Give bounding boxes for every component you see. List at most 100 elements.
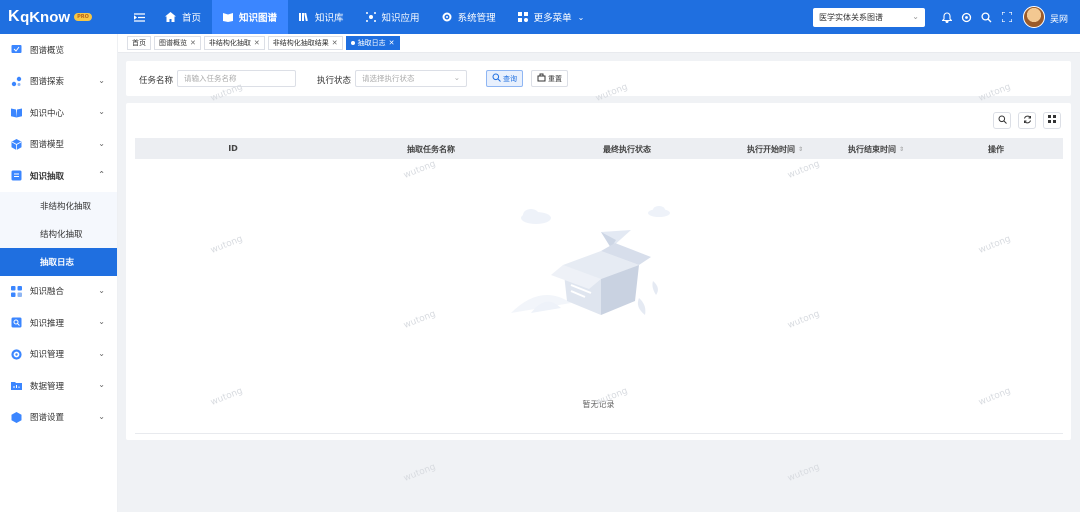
nav-system-management[interactable]: 系统管理 — [431, 0, 507, 34]
sort-icon[interactable]: ⇕ — [899, 146, 904, 153]
reset-icon — [537, 73, 546, 84]
logo-mark: K — [8, 8, 20, 25]
tab-label: 图谱概览 — [159, 39, 187, 47]
query-button[interactable]: 查询 — [486, 70, 523, 87]
sidebar-item-label: 数据管理 — [30, 381, 65, 392]
graph-selector[interactable]: 医学实体关系图谱 ⌄ — [813, 8, 925, 27]
sidebar-subitem-extraction-log[interactable]: 抽取日志 — [0, 247, 117, 276]
sidebar-subitem-unstructured-extraction[interactable]: 非结构化抽取 — [0, 191, 117, 220]
search-toggle-button[interactable] — [993, 112, 1011, 129]
nav-knowledge-app[interactable]: 知识应用 — [355, 0, 431, 34]
table-header: ID 抽取任务名称 最终执行状态 执行开始时间 ⇕ 执行结束时间 ⇕ 操作 — [135, 138, 1063, 159]
chevron-down-icon: ⌄ — [98, 348, 105, 358]
column-header-label: ID — [228, 144, 238, 153]
query-button-label: 查询 — [503, 74, 517, 83]
sidebar-item-label: 知识推理 — [30, 318, 65, 329]
chevron-down-icon: ⌄ — [98, 285, 105, 295]
sidebar-item-graph-overview[interactable]: 图谱概览 — [0, 34, 117, 66]
user-name[interactable]: 吴网 — [1050, 12, 1068, 25]
home-icon — [165, 12, 176, 22]
column-header-label: 执行开始时间 — [746, 145, 795, 154]
table-panel: ID 抽取任务名称 最终执行状态 执行开始时间 ⇕ 执行结束时间 ⇕ 操作 暂无记录 — [126, 103, 1071, 440]
watermark: wutong — [402, 462, 438, 484]
tabs-bar: 首页 图谱概览 ✕ 非结构化抽取 ✕ 非结构化抽取结果 ✕ 抽取日志 ✕ — [118, 34, 1080, 53]
sidebar-item-graph-settings[interactable]: 图谱设置 ⌄ — [0, 402, 117, 434]
tab-home[interactable]: 首页 — [127, 36, 151, 50]
empty-box-illustration — [511, 206, 670, 315]
nav-more-menu-label: 更多菜单 — [533, 13, 572, 24]
menu-toggle-button[interactable] — [124, 0, 154, 34]
bell-icon[interactable] — [940, 9, 953, 25]
app-logo[interactable]: K qKnow PRO — [0, 8, 118, 26]
model-icon — [11, 138, 22, 150]
tab-unstructured-extraction[interactable]: 非结构化抽取 ✕ — [203, 36, 265, 50]
status-select[interactable]: 请选择执行状态 ⌄ — [355, 70, 467, 87]
chevron-down-icon: ⌄ — [98, 380, 105, 389]
sidebar-item-graph-explore[interactable]: 图谱探索 ⌄ — [0, 66, 117, 98]
fullscreen-icon[interactable] — [1000, 9, 1013, 25]
nav-home-label: 首页 — [182, 13, 202, 24]
tab-graph-overview[interactable]: 图谱概览 ✕ — [154, 36, 201, 50]
logo-text: qKnow — [20, 8, 71, 26]
close-icon[interactable]: ✕ — [254, 39, 260, 47]
search-icon[interactable] — [980, 9, 993, 25]
status-placeholder: 请选择执行状态 — [362, 74, 415, 83]
column-header-label: 最终执行状态 — [603, 145, 651, 154]
close-icon[interactable]: ✕ — [190, 39, 196, 47]
sort-icon[interactable]: ⇕ — [798, 146, 803, 153]
column-header-end-time[interactable]: 执行结束时间 ⇕ — [848, 144, 904, 155]
book-icon — [11, 107, 22, 118]
search-icon — [492, 73, 501, 84]
nav-system-management-label: 系统管理 — [457, 13, 496, 24]
graph-book-icon — [223, 12, 234, 22]
sidebar-item-knowledge-fusion[interactable]: 知识融合 ⌄ — [0, 276, 117, 308]
refresh-button[interactable] — [1018, 112, 1036, 129]
avatar[interactable] — [1023, 6, 1045, 28]
divider — [135, 433, 1063, 434]
column-header-start-time[interactable]: 执行开始时间 ⇕ — [747, 144, 803, 155]
app-icon — [365, 12, 376, 22]
column-header-actions: 操作 — [988, 144, 1004, 155]
close-icon[interactable]: ✕ — [332, 39, 338, 47]
chevron-down-icon: ⌄ — [577, 12, 585, 22]
graph-selector-value: 医学实体关系图谱 — [819, 13, 883, 22]
tab-extraction-log[interactable]: 抽取日志 ✕ — [345, 36, 400, 50]
task-name-input[interactable]: 请输入任务名称 — [177, 70, 296, 87]
close-icon[interactable]: ✕ — [389, 39, 395, 47]
nav-knowledge-base-label: 知识库 — [315, 13, 344, 24]
status-label: 执行状态 — [317, 76, 352, 86]
tab-label: 抽取日志 — [357, 39, 386, 47]
sidebar-item-knowledge-extraction[interactable]: 知识抽取 ⌃ — [0, 160, 117, 192]
sidebar-item-label: 知识中心 — [30, 108, 65, 119]
sidebar-item-label: 图谱模型 — [30, 140, 65, 151]
sidebar-item-data-management[interactable]: 数据管理 ⌄ — [0, 370, 117, 402]
column-settings-button[interactable] — [1043, 112, 1061, 129]
nav-more-menu[interactable]: 更多菜单 ⌄ — [507, 0, 596, 34]
sidebar-subitem-label: 抽取日志 — [40, 257, 75, 268]
column-header-id: ID — [228, 144, 238, 153]
search-panel: 任务名称 请输入任务名称 执行状态 请选择执行状态 ⌄ 查询 重置 — [126, 61, 1071, 96]
grid-icon — [1048, 115, 1056, 126]
nav-knowledge-base[interactable]: 知识库 — [288, 0, 355, 34]
nav-home[interactable]: 首页 — [154, 0, 212, 34]
grid-icon — [517, 12, 528, 22]
reset-button[interactable]: 重置 — [531, 70, 568, 87]
chevron-up-icon: ⌃ — [98, 170, 105, 179]
sidebar-item-knowledge-management[interactable]: 知识管理 ⌄ — [0, 339, 117, 371]
manage-icon — [11, 349, 22, 360]
empty-state-text: 暂无记录 — [582, 400, 615, 409]
sidebar-item-knowledge-center[interactable]: 知识中心 ⌄ — [0, 97, 117, 129]
column-header-task-name: 抽取任务名称 — [407, 144, 455, 155]
sidebar-subitem-structured-extraction[interactable]: 结构化抽取 — [0, 219, 117, 248]
sync-icon[interactable] — [960, 9, 973, 25]
explore-icon — [11, 76, 22, 87]
sidebar-item-label: 图谱设置 — [30, 413, 65, 424]
nav-knowledge-graph[interactable]: 知识图谱 — [212, 0, 289, 34]
chevron-down-icon: ⌄ — [98, 317, 105, 326]
search-icon — [998, 115, 1007, 127]
tab-label: 非结构化抽取结果 — [272, 39, 329, 47]
tab-unstructured-extraction-result[interactable]: 非结构化抽取结果 ✕ — [267, 36, 343, 50]
top-nav-bar: K qKnow PRO 首页 知识图谱 知识库 知识应用 系统管理 更多菜单 ⌄… — [0, 0, 1080, 34]
sidebar-item-knowledge-reasoning[interactable]: 知识推理 ⌄ — [0, 307, 117, 339]
sidebar-item-graph-model[interactable]: 图谱模型 ⌄ — [0, 129, 117, 161]
